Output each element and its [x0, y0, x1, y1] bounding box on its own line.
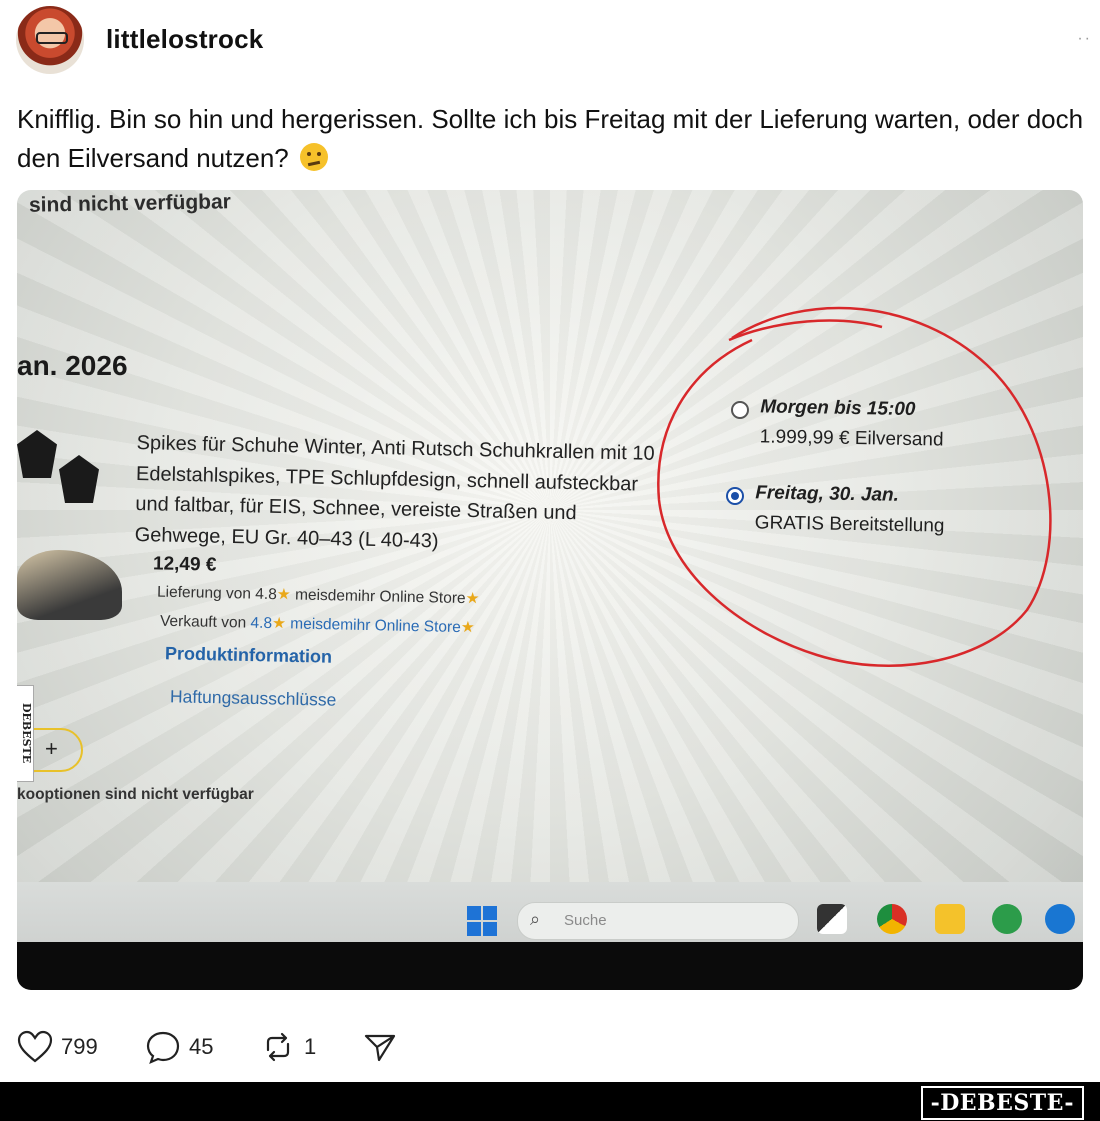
folder-icon[interactable] — [935, 904, 965, 934]
option-express[interactable]: Morgen bis 15:00 1.999,99 € Eilversand — [760, 396, 945, 451]
avatar-glasses — [36, 32, 68, 44]
unavailable-note: kooptionen sind nicht verfügbar — [17, 786, 254, 803]
post-text: Knifflig. Bin so hin und hergerissen. So… — [17, 100, 1092, 178]
comment-count: 45 — [189, 1034, 214, 1059]
top-cut-text: sind nicht verfügbar — [28, 190, 232, 217]
comment-button[interactable]: 45 — [145, 1027, 213, 1067]
delivery-date-heading: an. 2026 — [17, 350, 128, 381]
delivery-rating: 4.8 — [255, 585, 277, 604]
brand-logo: -DEBESTE- — [920, 1086, 1084, 1120]
product-image — [17, 430, 127, 620]
sold-rating: 4.8 — [250, 614, 273, 633]
username[interactable]: littlelostrock — [106, 24, 263, 55]
repost-icon — [266, 1032, 290, 1062]
post-header: littlelostrock ·· — [0, 0, 1100, 80]
comment-icon — [146, 1031, 180, 1064]
chrome-icon[interactable] — [877, 904, 907, 934]
windows-start-icon[interactable] — [467, 906, 497, 936]
option-friday-sub: GRATIS Bereitstellung — [754, 512, 945, 537]
avatar[interactable] — [16, 6, 84, 74]
footer-bar: -DEBESTE- — [0, 1082, 1100, 1121]
task-view-icon[interactable] — [817, 904, 847, 934]
send-icon — [364, 1034, 396, 1062]
option-express-sub: 1.999,99 € Eilversand — [759, 426, 944, 451]
repost-button[interactable]: 1 — [260, 1027, 316, 1067]
spike-icon — [17, 430, 57, 478]
star-icon: ★ — [271, 615, 287, 633]
app-icon[interactable] — [1045, 904, 1075, 934]
post-photo[interactable]: sind nicht verfügbar an. 2026 Spikes für… — [17, 190, 1083, 990]
shoe-icon — [17, 550, 122, 620]
delivery-prefix: Lieferung von — [156, 583, 252, 603]
delivery-store: meisdemihr Online Store — [294, 586, 466, 608]
product-info-link[interactable]: Produktinformation — [165, 643, 332, 667]
taskbar-search-placeholder: Suche — [564, 912, 607, 929]
product-price: 12,49 € — [152, 553, 217, 576]
sold-store[interactable]: meisdemihr Online Store — [290, 615, 461, 636]
star-icon: ★ — [465, 590, 480, 608]
heart-icon — [17, 1030, 53, 1063]
repost-count: 1 — [304, 1034, 317, 1059]
radio-friday[interactable] — [726, 487, 744, 505]
spike-icon — [59, 455, 99, 503]
sold-prefix: Verkauft von — [159, 612, 247, 632]
option-friday-title: Freitag, 30. Jan. — [755, 482, 900, 506]
like-count: 799 — [61, 1034, 98, 1059]
like-button[interactable]: 799 — [17, 1027, 98, 1067]
product-title: Spikes für Schuhe Winter, Anti Rutsch Sc… — [134, 431, 655, 552]
search-icon: ⌕ — [530, 909, 541, 929]
option-friday[interactable]: Freitag, 30. Jan. GRATIS Bereitstellung — [755, 482, 946, 537]
quantity-plus-button[interactable]: + — [45, 736, 58, 762]
option-express-title: Morgen bis 15:00 — [760, 396, 916, 421]
more-options-icon[interactable]: ·· — [1077, 30, 1092, 48]
whatsapp-icon[interactable] — [992, 904, 1022, 934]
radio-express[interactable] — [731, 401, 749, 419]
star-icon: ★ — [460, 619, 475, 637]
post-text-content: Knifflig. Bin so hin und hergerissen. So… — [17, 104, 1084, 173]
disclaimer-link[interactable]: Haftungsausschlüsse — [170, 686, 337, 710]
thinking-face-emoji-icon — [299, 143, 328, 171]
star-icon: ★ — [276, 586, 291, 604]
monitor-bezel — [17, 942, 1083, 990]
post-actions: 799 45 1 — [17, 1027, 617, 1067]
share-button[interactable] — [362, 1027, 406, 1067]
side-watermark: DEBESTE — [17, 685, 34, 782]
taskbar-search[interactable]: ⌕ Suche — [517, 902, 799, 940]
